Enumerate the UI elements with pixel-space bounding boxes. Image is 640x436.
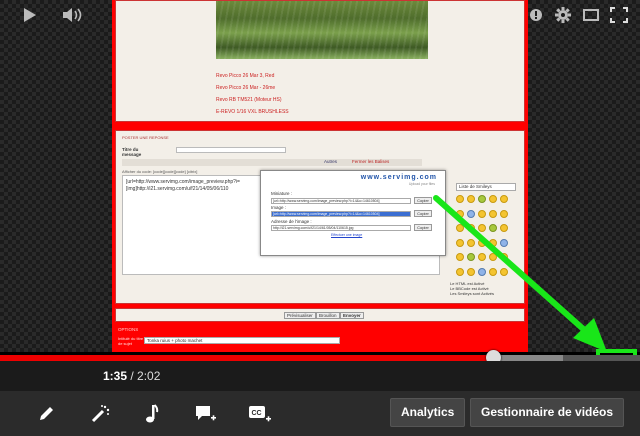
current-time: 1:35 xyxy=(103,369,128,383)
image-label: Image : xyxy=(271,205,287,210)
send-button: Envoyer xyxy=(340,312,364,319)
editor-line: [url=http://www.servimg.com/image_previe… xyxy=(126,179,240,185)
signature-line: E-REVO 1/16 VXL BRUSHLESS xyxy=(216,109,289,115)
title-label: Titre du message xyxy=(122,147,142,157)
signature-line: Revo Picco 26 Mar - 26me xyxy=(216,85,276,91)
play-icon[interactable] xyxy=(14,0,44,30)
popup-link: Effectuer une image xyxy=(331,233,363,237)
signature-line: Revo RB TM521 (Moteur HS) xyxy=(216,97,282,103)
theater-icon[interactable] xyxy=(580,0,602,30)
toolbar-close-tags: Fermer les Balises xyxy=(352,159,390,164)
servimg-tagline: Upload your files xyxy=(408,182,435,186)
image-field: [url=http://www.servimg.com/image_previe… xyxy=(271,211,411,217)
magic-wand-icon[interactable] xyxy=(86,391,114,436)
previous-post: Revo Picco 26 Mar 3, Red Revo Picco 26 M… xyxy=(115,0,525,122)
toolbar-others: Autres xyxy=(324,159,338,164)
servimg-logo: www.servimg.com xyxy=(360,174,437,181)
address-label: Adresse de l'image : xyxy=(271,219,312,224)
copy-button: Copier xyxy=(414,197,432,204)
volume-icon[interactable] xyxy=(60,0,86,30)
draft-button: Brouillon xyxy=(316,312,340,319)
submit-row: Prévisualiser Brouillon Envoyer xyxy=(115,308,525,322)
fullscreen-icon[interactable] xyxy=(606,0,632,30)
pencil-icon[interactable] xyxy=(32,391,60,436)
copy-button: Copier xyxy=(414,210,432,217)
title-input xyxy=(176,147,286,153)
analytics-button[interactable]: Analytics xyxy=(390,398,466,427)
smileys-select: Liste de Smileys xyxy=(456,183,516,191)
annotation-icon[interactable] xyxy=(526,0,546,30)
options-title: OPTIONS xyxy=(118,327,139,332)
duration: 2:02 xyxy=(137,369,161,383)
thumb-field: [url=http://www.servimg.com/image_previe… xyxy=(271,198,411,204)
svg-text:CC: CC xyxy=(252,410,262,417)
time-separator: / xyxy=(127,369,138,383)
video-manager-button[interactable]: Gestionnaire de vidéos xyxy=(470,398,625,427)
servimg-popup: www.servimg.com Upload your files Miniat… xyxy=(260,170,446,256)
posting-notes: Le HTML est Activé Le BBCode est Activé … xyxy=(450,281,494,296)
address-field: http://i21.servimg.com/u/f21/14/61/05/04… xyxy=(271,225,411,231)
copy-button: Copier xyxy=(414,224,432,231)
add-annotation-icon[interactable] xyxy=(190,391,222,436)
settings-icon[interactable] xyxy=(552,0,574,30)
letterbox-right xyxy=(528,0,640,352)
options-label: Intitulé du titre de sujet xyxy=(118,336,144,346)
player-controls xyxy=(0,361,640,391)
music-note-icon[interactable] xyxy=(138,391,166,436)
post-photo xyxy=(216,1,428,59)
letterbox-left xyxy=(0,0,112,352)
add-captions-icon[interactable]: CC xyxy=(244,391,276,436)
preview-button: Prévisualiser xyxy=(284,312,316,319)
thumb-label: Miniature : xyxy=(271,191,293,196)
editor-line: [img]http://i21.servimg.com/u/f21/14/05/… xyxy=(126,186,229,192)
options-input: Tonka ruius + photo machet xyxy=(144,337,340,344)
signature-line: Revo Picco 26 Mar 3, Red xyxy=(216,73,275,79)
smiley-grid xyxy=(456,195,516,279)
codes-label: Afficher du code: [code][code][code] [ci… xyxy=(122,169,198,174)
time-display: 1:35 / 2:02 xyxy=(103,361,160,391)
note-line: Les Smileys sont Activés xyxy=(450,291,495,296)
reply-header: POSTER UNE REPONSE xyxy=(122,135,169,140)
